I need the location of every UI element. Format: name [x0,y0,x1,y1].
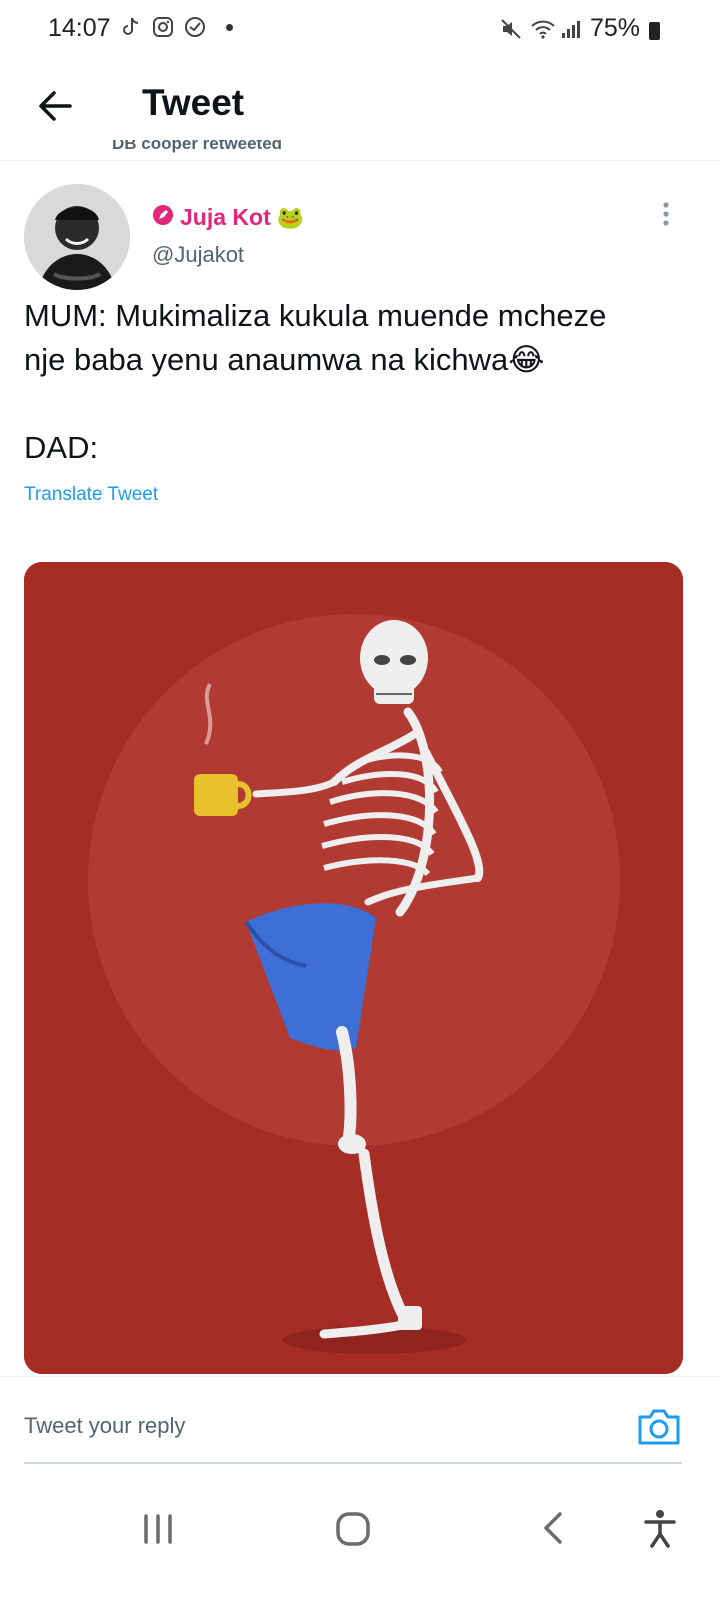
tweet-text: MUM: Mukimaliza kukula muende mcheze nje… [24,294,704,470]
tweet-text-line: MUM: Mukimaliza kukula muende mcheze [24,298,607,333]
translate-tweet-link[interactable]: Translate Tweet [24,484,158,506]
retweet-label: DB cooper retweeted [112,140,283,153]
tiktok-icon [120,16,142,38]
more-options-icon[interactable] [656,200,676,230]
battery-percentage: 75% [589,14,640,42]
author-emoji: 🐸 [276,204,305,230]
edit-badge-icon [152,204,174,231]
tweet-text-line: nje baba yenu anaumwa na kichwa😂 [24,342,545,377]
status-bar: 14:07 75% [0,0,720,60]
retweet-context: DB cooper retweeted [0,140,720,158]
author-name-row[interactable]: Juja Kot 🐸 [152,204,304,231]
wifi-icon [530,18,555,40]
page-title: Tweet [142,82,245,123]
system-nav-bar [0,1480,720,1600]
notification-dot-icon [226,23,233,31]
battery-icon [649,22,660,40]
avatar[interactable] [24,184,130,290]
back-icon[interactable] [534,1506,578,1550]
author-handle[interactable]: @Jujakot [152,242,244,268]
reply-input[interactable]: Tweet your reply [24,1413,185,1439]
tweet-media-image[interactable] [24,562,683,1374]
signal-icon [560,18,582,40]
home-icon[interactable] [332,1506,376,1550]
author-name[interactable]: Juja Kot [180,204,271,231]
camera-icon[interactable] [636,1407,682,1447]
reply-divider [24,1462,682,1464]
status-time: 14:07 [48,14,111,42]
recent-apps-icon[interactable] [138,1506,182,1550]
instagram-icon [152,16,174,38]
reply-bar: Tweet your reply [0,1376,720,1467]
mute-icon [500,18,522,40]
accessibility-icon[interactable] [638,1506,682,1550]
tweet-text-line: DAD: [24,430,99,465]
back-arrow-icon[interactable] [34,84,78,128]
vpn-icon [184,16,206,38]
